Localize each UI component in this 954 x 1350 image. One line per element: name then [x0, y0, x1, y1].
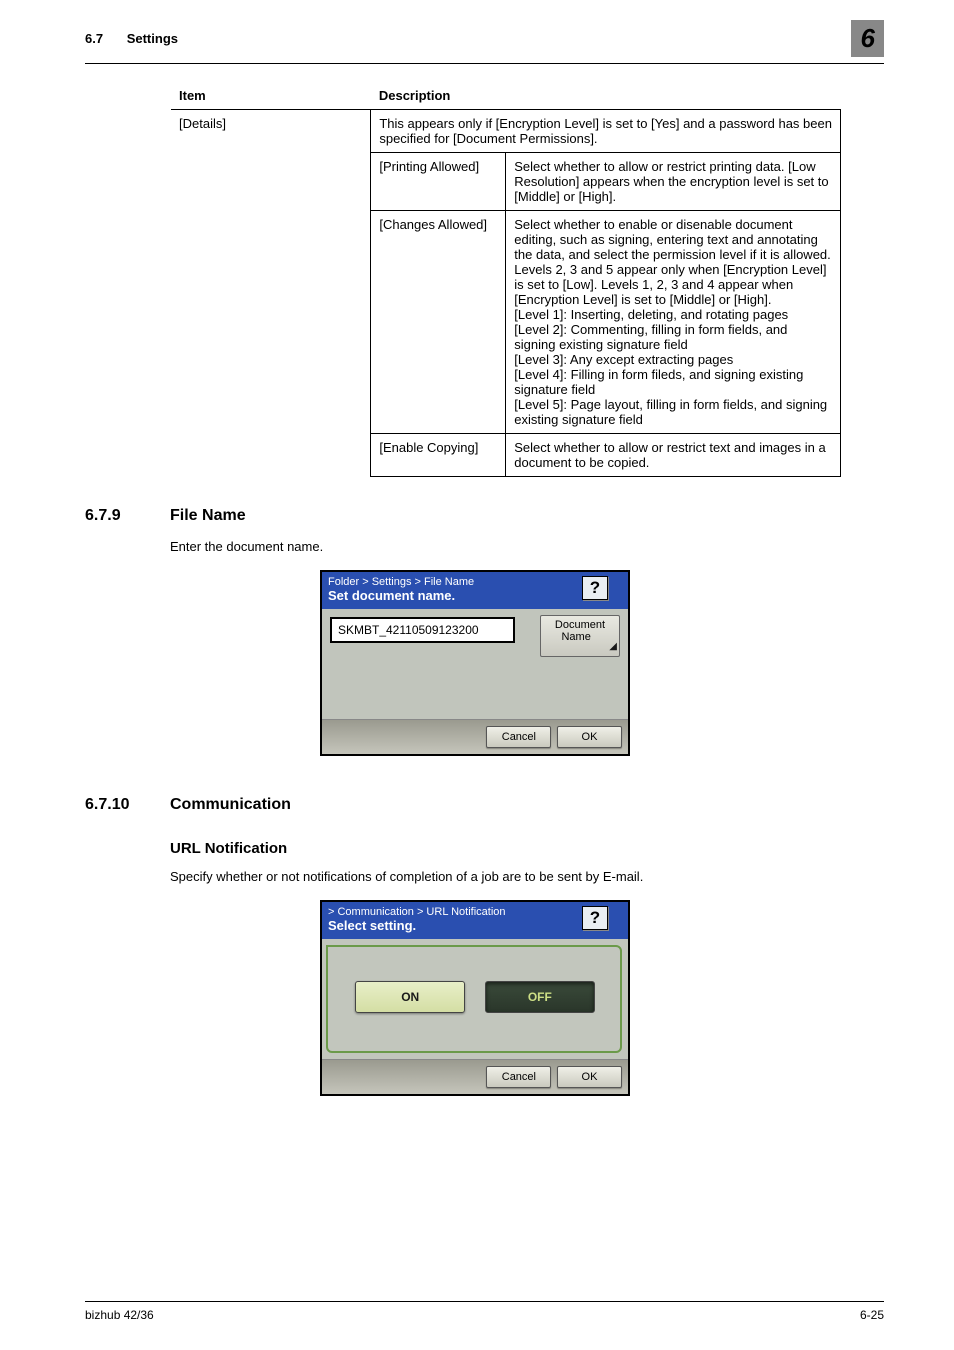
document-name-button-label: Document Name [555, 619, 605, 643]
url-breadcrumb: > Communication > URL Notification [328, 906, 622, 918]
changes-allowed-label: [Changes Allowed] [371, 211, 506, 434]
url-panel-footer: Cancel OK [322, 1059, 628, 1094]
ok-button[interactable]: OK [557, 726, 622, 748]
filename-panel-title: Set document name. [328, 588, 622, 603]
url-panel-body: ON OFF [322, 939, 628, 1059]
filename-panel: Folder > Settings > File Name Set docume… [320, 570, 630, 756]
filename-input[interactable]: SKMBT_42110509123200 [330, 617, 515, 643]
printing-allowed-label: [Printing Allowed] [371, 153, 506, 211]
ok-button[interactable]: OK [557, 1066, 622, 1088]
help-icon[interactable]: ? [582, 906, 608, 930]
footer-right: 6-25 [860, 1308, 884, 1322]
section-679-header: 6.7.9 File Name [85, 507, 884, 525]
page-footer: bizhub 42/36 6-25 [85, 1301, 884, 1322]
page-header: 6.7 Settings 6 [0, 0, 954, 63]
filename-panel-footer: Cancel OK [322, 719, 628, 754]
filename-panel-header: Folder > Settings > File Name Set docume… [322, 572, 628, 609]
chapter-badge: 6 [851, 20, 884, 57]
off-button[interactable]: OFF [485, 981, 595, 1013]
footer-left: bizhub 42/36 [85, 1308, 154, 1322]
url-notification-title: URL Notification [170, 840, 884, 857]
url-panel-title: Select setting. [328, 918, 622, 933]
triangle-icon: ◢ [609, 641, 617, 653]
cancel-button[interactable]: Cancel [486, 1066, 551, 1088]
details-table: Item Description [Details] This appears … [171, 82, 841, 477]
header-section-number: 6.7 [85, 31, 103, 46]
table-head-row: Item Description [171, 82, 841, 110]
cancel-button[interactable]: Cancel [486, 726, 551, 748]
on-button[interactable]: ON [355, 981, 465, 1013]
enable-copying-desc: Select whether to allow or restrict text… [506, 434, 841, 477]
section-6710-body: Specify whether or not notifications of … [170, 869, 884, 884]
section-679-title: File Name [170, 507, 246, 525]
section-6710-header: 6.7.10 Communication [85, 796, 884, 814]
url-panel-header: > Communication > URL Notification Selec… [322, 902, 628, 939]
header-section-name: Settings [127, 31, 178, 46]
section-6710-title: Communication [170, 796, 291, 814]
details-item-cell: [Details] [171, 110, 371, 477]
header-left: 6.7 Settings [85, 31, 178, 46]
enable-copying-label: [Enable Copying] [371, 434, 506, 477]
th-item: Item [171, 82, 371, 110]
url-panel: > Communication > URL Notification Selec… [320, 900, 630, 1096]
filename-panel-body: SKMBT_42110509123200 Document Name ◢ [322, 609, 628, 719]
changes-allowed-desc: Select whether to enable or disenable do… [506, 211, 841, 434]
onoff-row: ON OFF [332, 981, 618, 1013]
details-desc-cell: This appears only if [Encryption Level] … [371, 110, 841, 153]
document-name-button[interactable]: Document Name ◢ [540, 615, 620, 657]
th-desc: Description [371, 82, 841, 110]
printing-allowed-desc: Select whether to allow or restrict prin… [506, 153, 841, 211]
section-679-num: 6.7.9 [85, 507, 170, 525]
help-icon[interactable]: ? [582, 576, 608, 600]
section-6710-num: 6.7.10 [85, 796, 170, 814]
filename-breadcrumb: Folder > Settings > File Name [328, 576, 622, 588]
table-row: [Details] This appears only if [Encrypti… [171, 110, 841, 153]
section-679-body: Enter the document name. [170, 539, 884, 554]
